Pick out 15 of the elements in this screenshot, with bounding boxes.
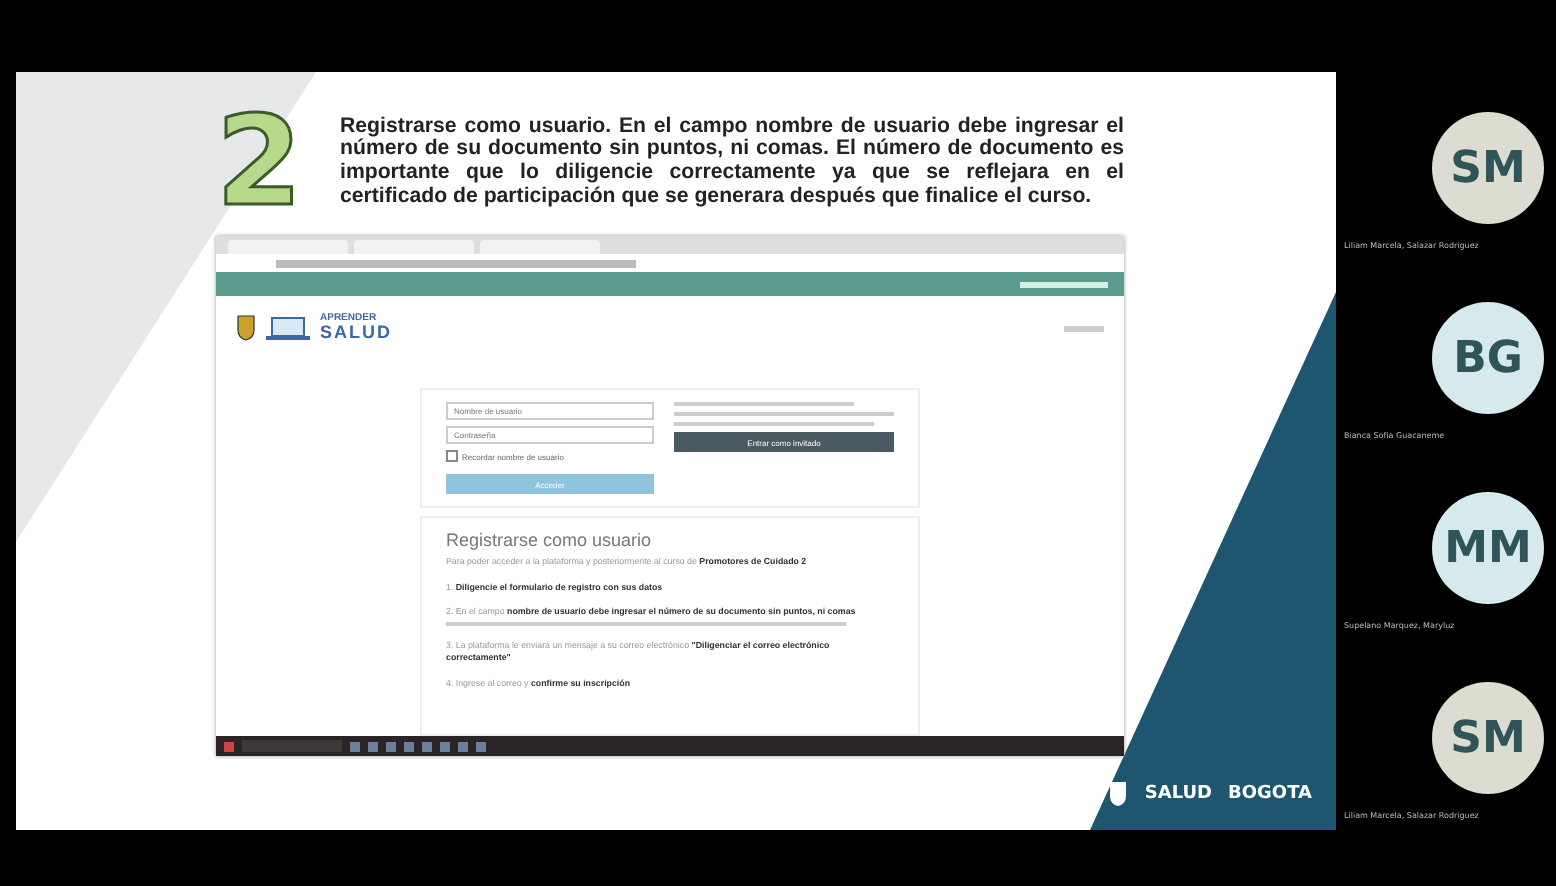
- blurred-text-line: [1020, 281, 1108, 287]
- avatar-initials: BG: [1432, 302, 1544, 414]
- avatar-initials: SM: [1432, 682, 1544, 794]
- step-number: 2: [216, 100, 305, 224]
- avatar-initials: MM: [1432, 492, 1544, 604]
- laptop-icon: [266, 314, 310, 342]
- blurred-text-line: [1064, 325, 1104, 331]
- shield-icon: [236, 314, 256, 342]
- avatar-initials: SM: [1432, 112, 1544, 224]
- start-icon[interactable]: [224, 741, 234, 751]
- instruction-text: Registrarse como usuario. En el campo nombre de usuario debe ingresar el número de su documento sin puntos, ni comas. El número de documento es importante que lo diligencie correctamente ya que se reflejara en el certificado de participación que se generara después que finalice el curso.: [340, 115, 1124, 209]
- register-title: Registrarse como usuario: [446, 530, 654, 550]
- remember-checkbox[interactable]: [446, 450, 458, 462]
- logo-text: SALUD: [1144, 783, 1213, 803]
- logo-text: BOGOTA: [1228, 783, 1312, 803]
